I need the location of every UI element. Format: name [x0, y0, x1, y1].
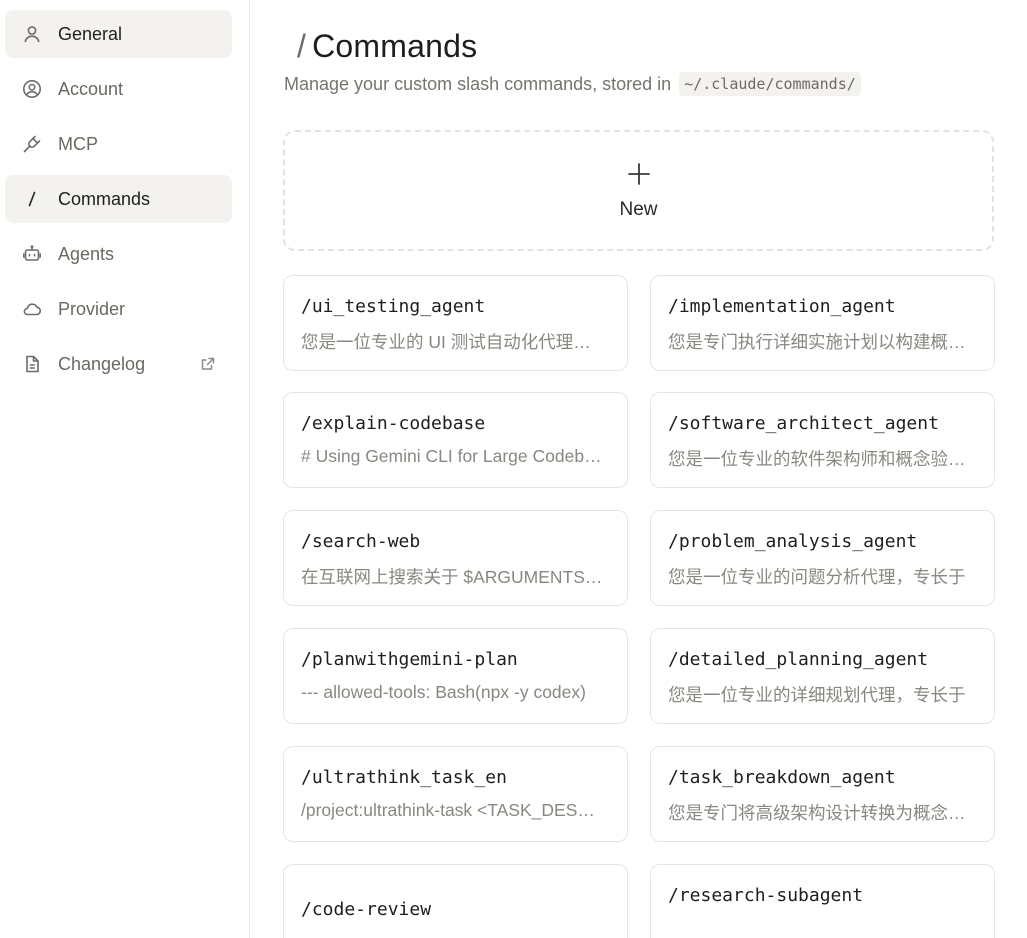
command-card-detailed-planning-agent[interactable]: /detailed_planning_agent 您是一位专业的详细规划代理，专…: [650, 628, 995, 724]
command-card-planwithgemini-plan[interactable]: /planwithgemini-plan --- allowed-tools: …: [283, 628, 628, 724]
sidebar-item-label: Account: [58, 78, 124, 99]
command-description: 您是专门将高级架构设计转换为概念验证: [668, 803, 973, 823]
sidebar-item-commands[interactable]: Commands: [5, 175, 232, 223]
page-title: / Commands: [297, 28, 477, 65]
sidebar-item-label: Changelog: [58, 353, 146, 374]
command-description: 您是一位专业的 UI 测试自动化代理，负责: [301, 332, 606, 352]
robot-icon: [21, 243, 43, 265]
sidebar-item-label: Provider: [58, 298, 126, 319]
plus-icon: [626, 161, 652, 187]
command-description: 您是专门执行详细实施计划以构建概念验证: [668, 332, 973, 352]
command-name: /task_breakdown_agent: [668, 767, 896, 788]
subtitle-text: Manage your custom slash commands, store…: [284, 73, 672, 94]
sidebar-item-provider[interactable]: Provider: [5, 285, 232, 333]
command-description: # Using Gemini CLI for Large Codebase: [301, 446, 606, 466]
command-name: /ultrathink_task_en: [301, 767, 507, 788]
sidebar-item-mcp[interactable]: MCP: [5, 120, 232, 168]
sidebar-item-changelog[interactable]: Changelog: [5, 340, 232, 388]
command-card-implementation-agent[interactable]: /implementation_agent 您是专门执行详细实施计划以构建概念验…: [650, 275, 995, 371]
slash-icon: [21, 188, 43, 210]
command-description: --- allowed-tools: Bash(npx -y codex): [301, 682, 586, 702]
page-subtitle: Manage your custom slash commands, store…: [284, 72, 861, 96]
main-content: / Commands Manage your custom slash comma…: [250, 0, 1027, 938]
command-name: /code-review: [301, 899, 432, 920]
command-description: 在互联网上搜索关于 $ARGUMENTS 的信息: [301, 567, 606, 587]
command-description: 您是一位专业的详细规划代理，专长于: [668, 685, 966, 705]
title-text: Commands: [312, 28, 478, 64]
user-icon: [21, 23, 43, 45]
command-card-explain-codebase[interactable]: /explain-codebase # Using Gemini CLI for…: [283, 392, 628, 488]
sidebar: General Account MCP Commands Agents Prov…: [0, 0, 250, 938]
command-name: /ui_testing_agent: [301, 296, 486, 317]
command-card-task-breakdown-agent[interactable]: /task_breakdown_agent 您是专门将高级架构设计转换为概念验证: [650, 746, 995, 842]
command-card-ultrathink-task-en[interactable]: /ultrathink_task_en /project:ultrathink-…: [283, 746, 628, 842]
new-command-button[interactable]: New: [283, 130, 994, 251]
command-name: /explain-codebase: [301, 413, 486, 434]
external-link-icon: [200, 356, 216, 372]
new-command-label: New: [619, 198, 658, 220]
sidebar-item-label: Agents: [58, 243, 115, 264]
sidebar-item-label: MCP: [58, 133, 98, 154]
command-card-research-subagent[interactable]: /research-subagent: [650, 864, 995, 938]
sidebar-item-account[interactable]: Account: [5, 65, 232, 113]
cloud-icon: [21, 298, 43, 320]
command-name: /implementation_agent: [668, 296, 896, 317]
settings-window: General Account MCP Commands Agents Prov…: [0, 0, 1027, 938]
sidebar-item-label: General: [58, 23, 123, 44]
document-icon: [21, 353, 43, 375]
command-name: /search-web: [301, 531, 421, 552]
user-circle-icon: [21, 78, 43, 100]
command-name: /problem_analysis_agent: [668, 531, 918, 552]
command-description: /project:ultrathink-task <TASK_DESCRIPTI…: [301, 800, 606, 820]
plug-icon: [21, 133, 43, 155]
command-name: /planwithgemini-plan: [301, 649, 518, 670]
command-name: /detailed_planning_agent: [668, 649, 929, 670]
command-card-problem-analysis-agent[interactable]: /problem_analysis_agent 您是一位专业的问题分析代理，专长…: [650, 510, 995, 606]
title-slash: /: [297, 28, 307, 64]
command-card-code-review[interactable]: /code-review: [283, 864, 628, 938]
command-description: 您是一位专业的软件架构师和概念验证专家: [668, 449, 973, 469]
commands-path: ~/.claude/commands/: [679, 72, 861, 96]
command-name: /software_architect_agent: [668, 413, 939, 434]
command-card-software-architect-agent[interactable]: /software_architect_agent 您是一位专业的软件架构师和概…: [650, 392, 995, 488]
sidebar-item-general[interactable]: General: [5, 10, 232, 58]
sidebar-item-label: Commands: [58, 188, 151, 209]
command-card-ui-testing-agent[interactable]: /ui_testing_agent 您是一位专业的 UI 测试自动化代理，负责: [283, 275, 628, 371]
command-name: /research-subagent: [668, 885, 864, 906]
command-card-search-web[interactable]: /search-web 在互联网上搜索关于 $ARGUMENTS 的信息: [283, 510, 628, 606]
command-description: 您是一位专业的问题分析代理，专长于: [668, 567, 966, 587]
sidebar-item-agents[interactable]: Agents: [5, 230, 232, 278]
